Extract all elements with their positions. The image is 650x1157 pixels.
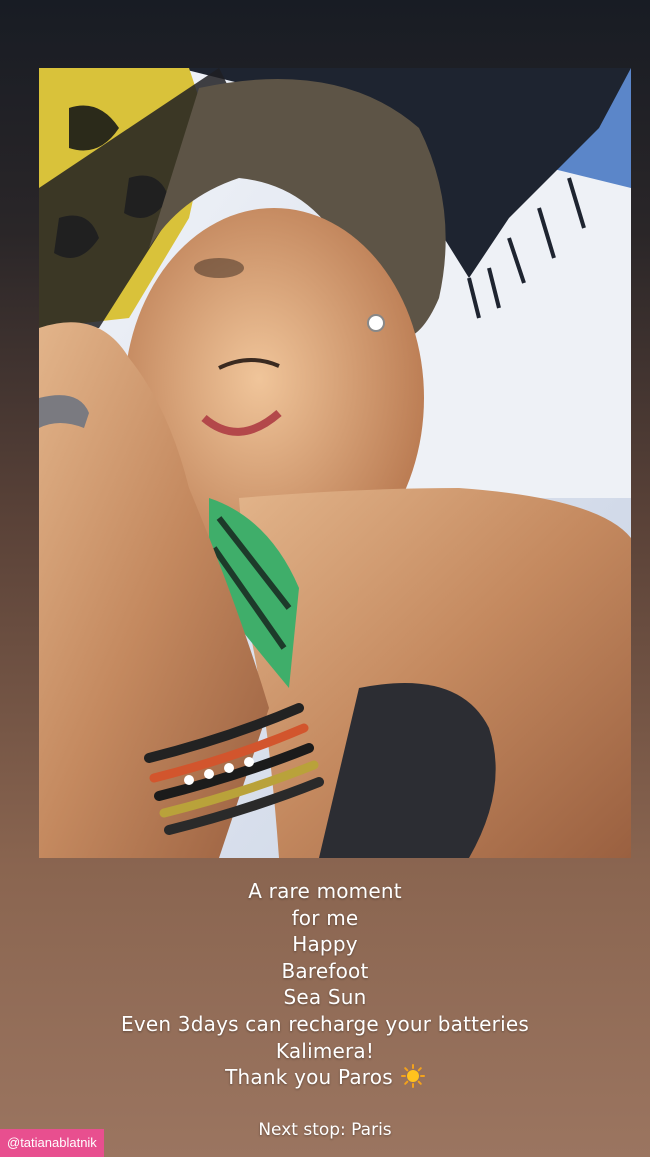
caption-line: Happy [292, 932, 358, 957]
story-photo [39, 68, 631, 858]
caption-line: Sea Sun [283, 985, 367, 1010]
caption-line: Even 3days can recharge your batteries [120, 1011, 529, 1036]
caption-line: for me [291, 905, 359, 930]
selfie-photo-illustration [39, 68, 631, 858]
caption-line: Barefoot [281, 958, 369, 983]
story-caption: A rare moment for me Happy Barefoot Sea … [0, 878, 650, 1091]
caption-line-with-emoji: Thank you Paros [0, 1064, 650, 1091]
sun-emoji-icon [400, 1064, 425, 1089]
caption-line: Kalimera! [275, 1038, 375, 1063]
caption-line: A rare moment [248, 879, 402, 903]
mention-tag[interactable]: @tatianablatnik [0, 1129, 104, 1157]
caption-line-text: Thank you Paros [225, 1065, 393, 1090]
